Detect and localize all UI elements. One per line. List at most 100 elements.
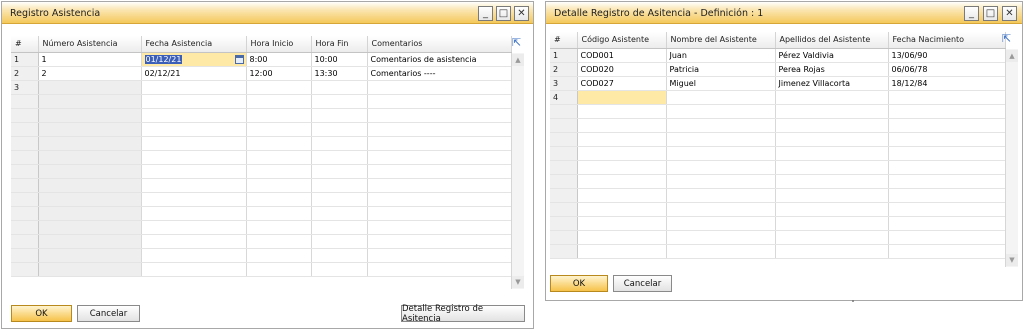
maximize-button[interactable]: □ xyxy=(496,6,511,21)
scroll-down-icon[interactable]: ▼ xyxy=(512,276,524,288)
empty-cell[interactable] xyxy=(246,220,312,235)
empty-cell[interactable] xyxy=(775,174,889,189)
empty-cell[interactable] xyxy=(367,192,512,207)
col-header-row-number[interactable]: # xyxy=(11,36,39,53)
empty-cell[interactable] xyxy=(38,164,142,179)
empty-cell[interactable] xyxy=(246,108,312,123)
empty-cell[interactable] xyxy=(38,136,142,151)
nombre-asistente-cell[interactable]: Miguel xyxy=(666,76,776,91)
col-header-numero-asistencia[interactable]: Número Asistencia xyxy=(38,36,142,53)
empty-cell[interactable] xyxy=(141,94,247,109)
nombre-asistente-cell[interactable] xyxy=(666,90,776,105)
table-row-empty[interactable] xyxy=(11,178,512,193)
table-row-empty[interactable] xyxy=(550,104,1006,119)
empty-cell[interactable] xyxy=(38,192,142,207)
empty-cell[interactable] xyxy=(367,136,512,151)
col-header-apellidos-asistente[interactable]: Apellidos del Asistente xyxy=(775,32,889,49)
empty-cell[interactable] xyxy=(577,132,667,147)
empty-cell[interactable] xyxy=(141,136,247,151)
empty-cell[interactable] xyxy=(775,230,889,245)
empty-cell[interactable] xyxy=(246,206,312,221)
empty-cell[interactable] xyxy=(141,164,247,179)
empty-cell[interactable] xyxy=(246,94,312,109)
empty-cell[interactable] xyxy=(38,108,142,123)
empty-cell[interactable] xyxy=(666,104,776,119)
col-header-hora-inicio[interactable]: Hora Inicio xyxy=(246,36,312,53)
empty-cell[interactable] xyxy=(311,150,368,165)
table-row[interactable]: 4 xyxy=(550,90,1006,105)
nombre-asistente-cell[interactable]: Patricia xyxy=(666,62,776,77)
empty-cell[interactable] xyxy=(666,174,776,189)
empty-cell[interactable] xyxy=(246,192,312,207)
table-row-empty[interactable] xyxy=(11,262,512,277)
empty-cell[interactable] xyxy=(666,188,776,203)
empty-cell[interactable] xyxy=(367,150,512,165)
maximize-button[interactable]: □ xyxy=(983,6,998,21)
scroll-up-icon[interactable]: ▲ xyxy=(512,54,524,66)
cancel-button[interactable]: Cancelar xyxy=(77,305,140,322)
empty-cell[interactable] xyxy=(577,160,667,175)
table-row-empty[interactable] xyxy=(550,160,1006,175)
table-row-empty[interactable] xyxy=(550,230,1006,245)
numero-asistencia-cell[interactable] xyxy=(38,80,142,95)
empty-cell[interactable] xyxy=(666,216,776,231)
empty-cell[interactable] xyxy=(666,230,776,245)
table-row-empty[interactable] xyxy=(550,132,1006,147)
ok-button[interactable]: OK xyxy=(11,305,72,322)
col-header-codigo-asistente[interactable]: Código Asistente xyxy=(577,32,667,49)
apellidos-asistente-cell[interactable]: Perea Rojas xyxy=(775,62,889,77)
table-row-empty[interactable] xyxy=(550,202,1006,217)
table-row-empty[interactable] xyxy=(11,192,512,207)
empty-cell[interactable] xyxy=(666,146,776,161)
empty-cell[interactable] xyxy=(141,234,247,249)
selected-date-value[interactable]: 01/12/21 xyxy=(144,54,183,64)
empty-cell[interactable] xyxy=(311,262,368,277)
title-bar[interactable]: Detalle Registro de Asitencia - Definici… xyxy=(546,2,1022,24)
empty-cell[interactable] xyxy=(775,104,889,119)
empty-cell[interactable] xyxy=(577,216,667,231)
empty-cell[interactable] xyxy=(246,234,312,249)
empty-cell[interactable] xyxy=(367,94,512,109)
empty-cell[interactable] xyxy=(246,136,312,151)
table-row-empty[interactable] xyxy=(11,150,512,165)
col-header-nombre-asistente[interactable]: Nombre del Asistente xyxy=(666,32,776,49)
empty-cell[interactable] xyxy=(577,118,667,133)
empty-cell[interactable] xyxy=(666,160,776,175)
empty-cell[interactable] xyxy=(141,262,247,277)
empty-cell[interactable] xyxy=(367,262,512,277)
minimize-button[interactable]: _ xyxy=(964,6,979,21)
empty-cell[interactable] xyxy=(38,206,142,221)
empty-cell[interactable] xyxy=(775,188,889,203)
empty-cell[interactable] xyxy=(141,178,247,193)
comentarios-cell[interactable] xyxy=(367,80,512,95)
vertical-scrollbar[interactable]: ▲ ▼ xyxy=(511,53,524,289)
table-row-empty[interactable] xyxy=(11,108,512,123)
empty-cell[interactable] xyxy=(666,118,776,133)
table-row-empty[interactable] xyxy=(550,174,1006,189)
col-header-comentarios[interactable]: Comentarios xyxy=(367,36,512,53)
table-row[interactable]: 3 xyxy=(11,80,512,95)
apellidos-asistente-cell[interactable] xyxy=(775,90,889,105)
empty-cell[interactable] xyxy=(888,146,1006,161)
empty-cell[interactable] xyxy=(141,122,247,137)
comentarios-cell[interactable]: Comentarios ---- xyxy=(367,66,512,81)
codigo-asistente-cell[interactable]: COD001 xyxy=(577,48,667,63)
table-row-empty[interactable] xyxy=(11,164,512,179)
fecha-nacimiento-cell[interactable]: 18/12/84 xyxy=(888,76,1006,91)
table-row-empty[interactable] xyxy=(11,220,512,235)
minimize-button[interactable]: _ xyxy=(478,6,493,21)
codigo-asistente-cell[interactable] xyxy=(577,90,667,105)
empty-cell[interactable] xyxy=(775,244,889,259)
empty-cell[interactable] xyxy=(367,108,512,123)
col-header-fecha-nacimiento[interactable]: Fecha Nacimiento xyxy=(888,32,1006,49)
apellidos-asistente-cell[interactable]: Jimenez Villacorta xyxy=(775,76,889,91)
empty-cell[interactable] xyxy=(141,220,247,235)
empty-cell[interactable] xyxy=(367,178,512,193)
vertical-scrollbar[interactable]: ▲ ▼ xyxy=(1005,49,1018,267)
empty-cell[interactable] xyxy=(775,118,889,133)
empty-cell[interactable] xyxy=(888,104,1006,119)
empty-cell[interactable] xyxy=(577,230,667,245)
empty-cell[interactable] xyxy=(246,122,312,137)
close-button[interactable]: ✕ xyxy=(514,6,529,21)
empty-cell[interactable] xyxy=(311,234,368,249)
